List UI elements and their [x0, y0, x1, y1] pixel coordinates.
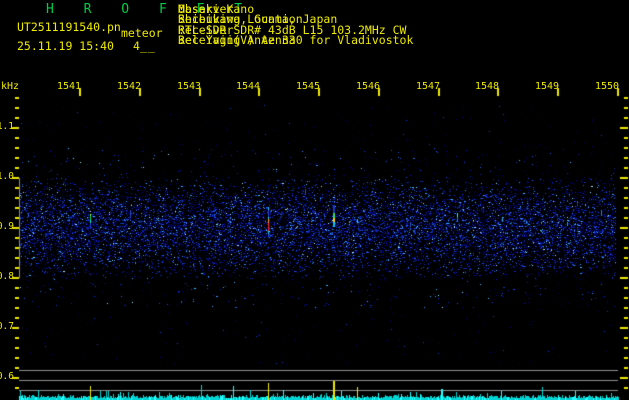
time-axis-label: 1549	[535, 81, 560, 92]
time-axis-label: 1542	[117, 81, 142, 92]
freq-axis-label: 1.1	[0, 121, 14, 132]
counter-cursor-marks: __	[139, 39, 156, 53]
info-row: Receiving Antenna:3el Yagi(V) Az 330 for…	[178, 33, 629, 48]
echo-counter: 4__	[133, 39, 156, 53]
station-info-block: Observer: Masaki Kano Receiving Location: S…	[178, 3, 629, 48]
freq-axis-label: 0.7	[0, 321, 14, 332]
time-axis-label: 1550	[595, 81, 620, 92]
time-axis-label: 1548	[475, 81, 500, 92]
spectrogram-canvas	[0, 0, 629, 400]
observation-label: meteor	[121, 26, 163, 40]
time-axis-label: 1541	[57, 81, 82, 92]
time-axis-label: 1544	[236, 81, 261, 92]
time-axis-label: 1547	[416, 81, 441, 92]
info-value: 3el Yagi(V) Az 330 for Vladivostok	[178, 33, 414, 48]
freq-axis-label: 1.0	[0, 171, 14, 182]
time-axis-label: 1545	[296, 81, 321, 92]
hrofft-window: H R O F F T UT2511191540.pn meteor 25.11…	[0, 0, 629, 400]
khz-unit-label: kHz	[1, 81, 20, 92]
filename-label: UT2511191540.pn	[17, 20, 121, 34]
time-axis-label: 1546	[356, 81, 381, 92]
datetime-label: 25.11.19 15:40	[17, 39, 114, 53]
echo-count-value: 4	[133, 39, 140, 53]
freq-axis-label: 0.8	[0, 271, 14, 282]
time-axis-label: 1543	[177, 81, 202, 92]
freq-axis-label: 0.9	[0, 221, 14, 232]
freq-axis-label: 0.6	[0, 371, 14, 382]
